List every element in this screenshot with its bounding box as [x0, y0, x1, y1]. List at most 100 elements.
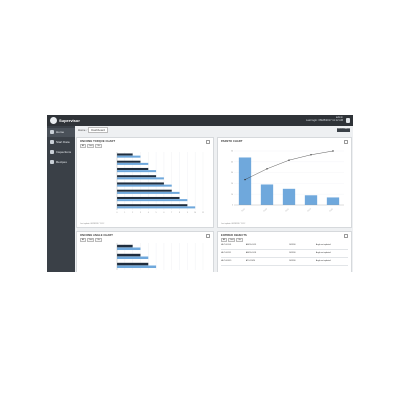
tick-label: 0 [232, 205, 233, 207]
tick-label: Cat E [329, 207, 334, 212]
panel-title: PARETO CHART [221, 140, 243, 143]
object-date: 10/2016 [289, 259, 296, 262]
bar [117, 155, 141, 158]
angle-chart-panel: ONCOME ANGLE CHART All Last Go [76, 231, 214, 272]
bar [117, 204, 188, 207]
tick-label: 10 [231, 194, 233, 196]
tick-label: Cat A [241, 207, 247, 212]
object-detail: ABCD-01-19 [246, 243, 257, 246]
object-status: Angle not updated [316, 243, 331, 246]
sidebar-item-start-data[interactable]: Start Data [47, 138, 75, 147]
cumulative-point [266, 168, 268, 170]
user-info[interactable]: admin Last login: 08/28/2017 11:12 AM [306, 116, 343, 123]
tick-label: 6 [163, 212, 164, 214]
breadcrumb-current: Dashboard [88, 127, 108, 133]
cumulative-point [244, 178, 246, 181]
panel-menu-icon[interactable] [344, 234, 348, 238]
tick-label: Cat C [285, 207, 291, 212]
pareto-chart: 0 10 20 30 40 50 Cat A Cat B Cat C Cat D Cat E [231, 150, 344, 212]
object-status: Angle not updated [316, 259, 331, 262]
panel-menu-icon[interactable] [344, 140, 348, 144]
sidebar: Home Start Data Inspections Recipes [47, 126, 75, 272]
sidebar-item-label: Home [56, 130, 65, 134]
cumulative-point [310, 154, 312, 156]
user-icon[interactable] [346, 118, 350, 123]
cumulative-line [244, 150, 334, 180]
bar [117, 160, 141, 163]
bar [117, 189, 172, 192]
bar [117, 153, 133, 156]
panel-menu-icon[interactable] [206, 234, 210, 238]
tick-label: 11 [202, 212, 204, 214]
top-bar: Supervisor admin Last login: 08/28/2017 … [47, 115, 353, 126]
panel-footer: Last update: 08/28/2017 11:12 [80, 223, 105, 225]
panel-menu-icon[interactable] [206, 140, 210, 144]
tick-label: Cat B [263, 207, 268, 212]
bar [117, 162, 149, 165]
sidebar-item-label: Inspections [56, 150, 72, 154]
app-logo-icon [50, 117, 57, 124]
sidebar-item-recipes[interactable]: Recipes [47, 158, 75, 167]
customize-button[interactable]: CUSTOMIZE [337, 128, 350, 132]
sidebar-item-home[interactable]: Home [47, 128, 75, 137]
bar [117, 244, 133, 248]
table-row[interactable]: HE-T-001-01 ABCD-01-19 10/2016 Angle not… [221, 242, 348, 250]
tick-label: 9 [187, 212, 188, 214]
sidebar-item-label: Start Data [56, 140, 70, 144]
bar [117, 196, 180, 199]
table-row[interactable]: HE-T-003-19 ATO-11024 10/2016 Angle not … [221, 258, 348, 266]
object-name: HE-T-002-11 [221, 251, 232, 254]
bar [238, 157, 252, 205]
panel-title: EXPIRED OBJECTS [221, 234, 247, 237]
bar [260, 184, 274, 205]
bar [117, 184, 172, 187]
breadcrumb-home[interactable]: Home [78, 128, 85, 132]
recipe-icon [50, 160, 54, 164]
bar [117, 247, 141, 251]
expired-objects-panel: EXPIRED OBJECTS All Last Go HE-T-001-01 AB… [217, 231, 352, 272]
inspection-icon [50, 150, 54, 154]
torque-chart-panel: ONCOME TORQUE CHART All Last Go 0123456789… [76, 137, 214, 228]
sidebar-item-label: Recipes [56, 160, 67, 164]
bar [117, 175, 157, 178]
bar [117, 170, 157, 173]
tick-label: 30 [231, 172, 233, 174]
bar [117, 262, 149, 266]
object-name: HE-T-003-19 [221, 259, 232, 262]
app-title: Supervisor [59, 118, 80, 123]
app-window: Supervisor admin Last login: 08/28/2017 … [47, 115, 353, 272]
tick-label: 8 [179, 212, 180, 214]
bar [117, 199, 188, 202]
object-name: HE-T-001-01 [221, 243, 232, 246]
data-icon [50, 140, 54, 144]
bar [117, 206, 196, 209]
bar [117, 256, 149, 260]
sidebar-item-inspections[interactable]: Inspections [47, 148, 75, 157]
breadcrumb: Home/Dashboard [78, 127, 108, 133]
bar [117, 167, 149, 170]
tick-label: 2 [132, 212, 133, 214]
cumulative-point [288, 159, 290, 161]
home-icon [50, 130, 54, 134]
tick-label: 1 [124, 212, 125, 214]
bar [117, 253, 141, 257]
bar [326, 197, 340, 205]
tick-label: 0 [117, 212, 118, 214]
object-detail: ATO-11024 [246, 259, 255, 262]
panel-footer: Last update: 08/28/2017 11:12 [221, 223, 246, 225]
object-date: 10/2016 [289, 251, 296, 254]
object-date: 10/2016 [289, 243, 296, 246]
tick-label: 10 [194, 212, 196, 214]
bar [304, 195, 318, 205]
last-login: Last login: 08/28/2017 11:12 AM [305, 119, 343, 123]
tick-label: 7 [171, 212, 172, 214]
tick-label: 50 [231, 151, 233, 153]
bar [117, 177, 164, 180]
bar [282, 188, 296, 205]
panel-title: ONCOME TORQUE CHART [80, 140, 116, 143]
cumulative-point [332, 150, 334, 152]
table-row[interactable]: HE-T-002-11 ABCD-01-24 10/2016 Angle not… [221, 250, 348, 258]
bar [117, 191, 180, 194]
bar [117, 265, 157, 269]
tick-label: 3 [140, 212, 141, 214]
